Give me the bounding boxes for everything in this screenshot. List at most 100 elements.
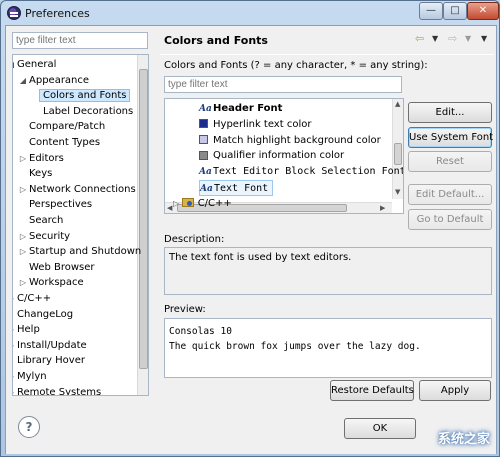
nav-item-label: Appearance xyxy=(29,74,90,86)
nav-item[interactable]: Content Types xyxy=(29,135,100,150)
preview-font-name: Consolas 10 xyxy=(169,326,232,337)
nav-item-label: Mylyn xyxy=(17,371,47,382)
nav-item[interactable]: ▷ Security xyxy=(20,229,71,244)
window-title: Preferences xyxy=(25,7,90,20)
nav-item-label: Install/Update xyxy=(17,339,87,351)
edit-default-button[interactable]: Edit Default... xyxy=(408,184,492,205)
nav-item-label: Content Types xyxy=(29,137,101,148)
nav-tree-scrollbar[interactable] xyxy=(137,55,148,395)
help-icon[interactable]: ? xyxy=(18,416,40,438)
expand-right-icon[interactable]: ▷ xyxy=(19,275,27,290)
nav-item-label: Workspace xyxy=(29,277,84,289)
maximize-button[interactable]: □ xyxy=(443,2,467,20)
back-arrow-icon[interactable]: ⇦ xyxy=(415,32,424,45)
nav-item[interactable]: ▷Help xyxy=(13,322,40,337)
nav-item[interactable]: Keys xyxy=(29,166,52,181)
color-swatch-icon xyxy=(199,150,208,160)
colors-filter-input[interactable] xyxy=(164,76,402,93)
nav-item-label: Security xyxy=(29,230,71,242)
filter-label: Colors and Fonts (? = any character, * =… xyxy=(164,60,428,71)
nav-item[interactable]: ◢General xyxy=(13,57,56,72)
nav-item-label: Network Connections xyxy=(29,183,136,195)
nav-item[interactable]: Compare/Patch xyxy=(29,119,105,134)
nav-item[interactable]: ▷ Editors xyxy=(20,151,64,166)
colors-fonts-tree: ▲ ▼ ◀ ▶ AaHeader Font Hyperlink text colo… xyxy=(164,98,404,214)
color-font-item[interactable]: ▷ C/C++ xyxy=(173,196,232,212)
expand-right-icon[interactable]: ▷ xyxy=(13,322,15,337)
nav-filter-input[interactable] xyxy=(12,32,148,49)
scroll-right-icon[interactable]: ▶ xyxy=(380,204,385,212)
nav-item[interactable]: Library Hover xyxy=(17,353,85,368)
color-font-item[interactable]: AaText Editor Block Selection Font xyxy=(199,164,403,180)
eclipse-app-icon xyxy=(7,6,21,20)
minimize-button[interactable]: — xyxy=(419,2,443,20)
reset-button[interactable]: Reset xyxy=(408,151,492,172)
nav-item[interactable]: ▷ Workspace xyxy=(20,275,84,290)
expand-right-icon[interactable]: ▷ xyxy=(173,199,182,208)
preview-sample-text: The quick brown fox jumps over the lazy … xyxy=(169,341,421,352)
nav-item-label: Library Hover xyxy=(17,355,85,367)
nav-item[interactable]: Web Browser xyxy=(29,260,95,275)
back-menu-chevron-icon[interactable]: ▼ xyxy=(432,34,438,43)
expand-right-icon[interactable]: ▷ xyxy=(13,385,15,395)
color-font-item[interactable]: AaText Font xyxy=(199,180,274,196)
preferences-window: Preferences — □ ✕ ◢General◢AppearanceCol… xyxy=(0,0,500,457)
expand-right-icon[interactable]: ▷ xyxy=(19,182,27,197)
nav-item[interactable]: ▷ Network Connections xyxy=(20,182,136,197)
nav-scroll-thumb[interactable] xyxy=(139,69,148,369)
expand-down-icon[interactable]: ◢ xyxy=(13,57,15,72)
page-title: Colors and Fonts xyxy=(164,34,268,47)
dialog-client-area: ◢General◢AppearanceColors and FontsLabel… xyxy=(5,25,497,454)
colors-tree-vscrollbar[interactable]: ▲ ▼ xyxy=(392,99,403,199)
color-font-label: Hyperlink text color xyxy=(213,118,312,130)
color-font-label: Qualifier information color xyxy=(213,150,345,162)
restore-defaults-button[interactable]: Restore Defaults xyxy=(330,380,414,401)
nav-item[interactable]: Label Decorations xyxy=(43,104,133,119)
color-font-item[interactable]: ▷ CVS xyxy=(173,212,218,213)
nav-item[interactable]: ◢ Appearance xyxy=(20,73,90,88)
font-icon: Aa xyxy=(199,104,212,114)
expand-right-icon[interactable]: ▷ xyxy=(13,338,15,353)
nav-item[interactable]: ChangeLog xyxy=(17,307,73,322)
nav-item[interactable]: Colors and Fonts xyxy=(39,88,131,103)
nav-item-label: Compare/Patch xyxy=(29,121,106,133)
nav-item[interactable]: ▷Mylyn xyxy=(13,369,47,384)
color-font-item[interactable]: AaHeader Font xyxy=(199,101,282,117)
title-bar[interactable]: Preferences — □ ✕ xyxy=(1,1,500,25)
color-font-item[interactable]: Match highlight background color xyxy=(199,133,381,149)
nav-item-label: ChangeLog xyxy=(17,308,74,320)
nav-item[interactable]: ▷C/C++ xyxy=(13,291,51,306)
scroll-left-icon[interactable]: ◀ xyxy=(167,204,172,212)
expand-right-icon[interactable]: ▷ xyxy=(19,151,27,166)
font-icon: Aa xyxy=(200,184,213,194)
nav-item-label: Remote Systems xyxy=(17,386,102,396)
colors-tree-vthumb[interactable] xyxy=(394,143,402,165)
expand-down-icon[interactable]: ◢ xyxy=(19,73,27,88)
forward-arrow-icon[interactable]: ⇨ xyxy=(448,32,457,45)
expand-right-icon[interactable]: ▷ xyxy=(13,369,15,384)
forward-menu-chevron-icon[interactable]: ▼ xyxy=(465,34,471,43)
color-font-item[interactable]: Qualifier information color xyxy=(199,148,344,164)
nav-item-label: Editors xyxy=(29,152,64,164)
scroll-up-icon[interactable]: ▲ xyxy=(395,100,400,108)
close-button[interactable]: ✕ xyxy=(467,2,499,20)
nav-item[interactable]: Perspectives xyxy=(29,197,92,212)
edit-button[interactable]: Edit... xyxy=(408,102,492,123)
color-font-item[interactable]: Hyperlink text color xyxy=(199,117,311,133)
view-menu-chevron-icon[interactable]: ▼ xyxy=(481,34,487,43)
expand-right-icon[interactable]: ▷ xyxy=(19,244,27,259)
nav-item[interactable]: ▷Install/Update xyxy=(13,338,87,353)
expand-right-icon[interactable]: ▷ xyxy=(19,229,27,244)
apply-button[interactable]: Apply xyxy=(419,380,491,401)
description-text: The text font is used by text editors. xyxy=(169,252,352,263)
nav-item[interactable]: ▷Remote Systems xyxy=(13,385,102,396)
go-to-default-button[interactable]: Go to Default xyxy=(408,209,492,230)
scroll-down-icon[interactable]: ▼ xyxy=(395,188,400,196)
use-system-font-button[interactable]: Use System Font xyxy=(408,127,493,148)
expand-right-icon[interactable]: ▷ xyxy=(13,291,15,306)
history-nav: ⇦ ▼ ⇨ ▼ ▼ xyxy=(415,32,495,46)
nav-item[interactable]: Search xyxy=(29,213,63,228)
watermark-logo: 系统之家 xyxy=(437,431,490,447)
nav-item[interactable]: ▷ Startup and Shutdown xyxy=(20,244,141,259)
font-icon: Aa xyxy=(199,167,212,178)
